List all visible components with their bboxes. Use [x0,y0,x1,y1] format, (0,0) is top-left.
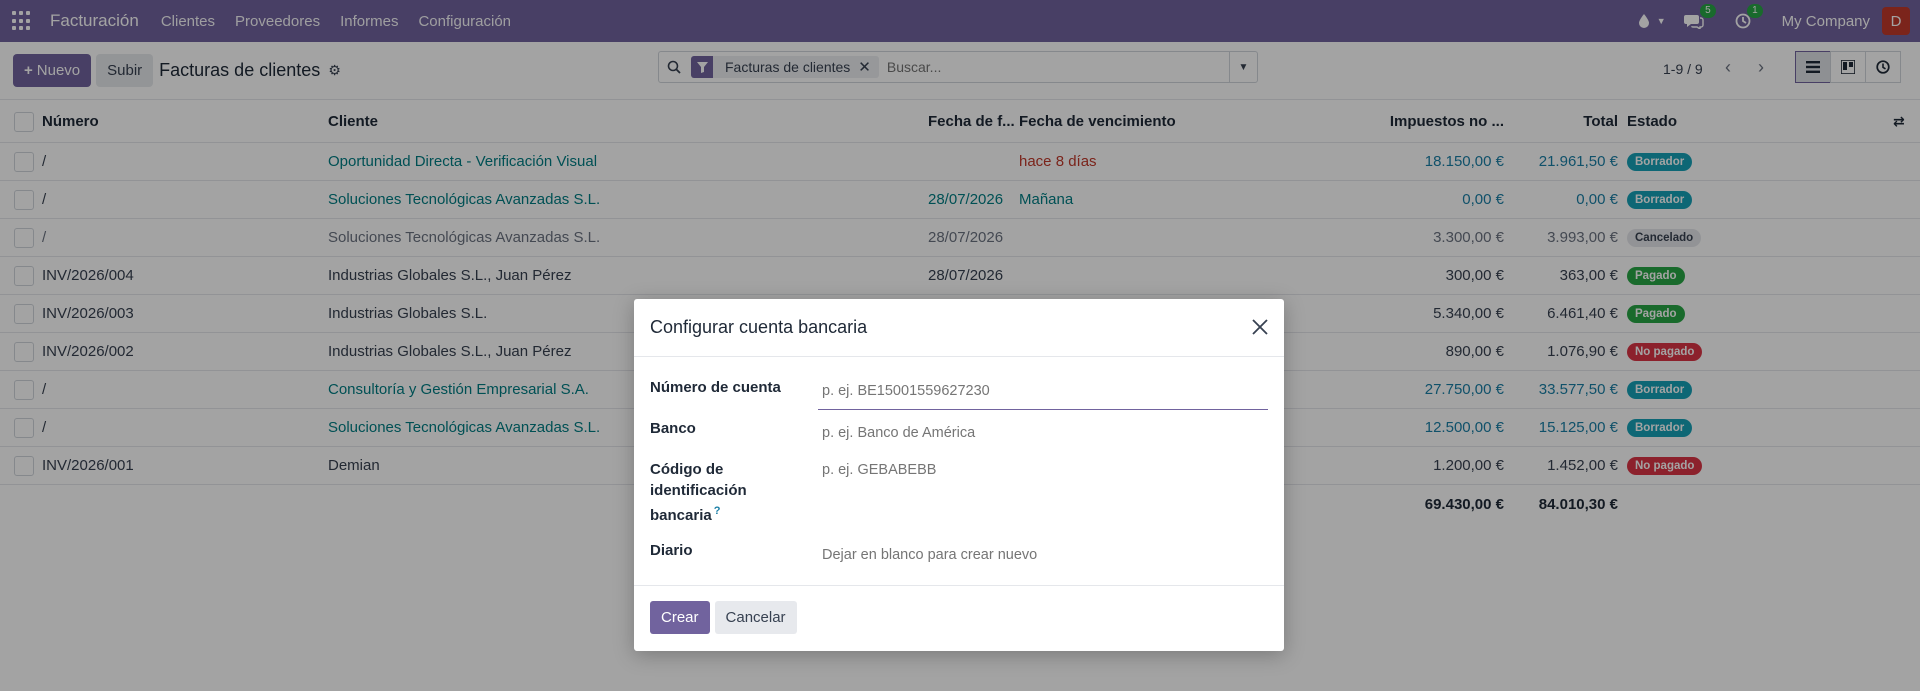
close-icon[interactable] [1252,315,1268,341]
bank-input[interactable] [818,410,1268,451]
journal-field-row: Diario [650,532,1268,573]
dialog-header: Configurar cuenta bancaria [634,299,1284,357]
create-button[interactable]: Crear [650,601,710,634]
bic-label-text: Código de identificación bancaria [650,461,747,524]
account-number-field-row: Número de cuenta [650,369,1268,410]
bank-label: Banco [650,420,696,437]
journal-label: Diario [650,542,693,559]
bic-field-row: Código de identificación bancaria? [650,451,1268,532]
modal-backdrop[interactable]: Configurar cuenta bancaria Número de cue… [0,0,1920,691]
cancel-button[interactable]: Cancelar [714,601,797,634]
dialog-title: Configurar cuenta bancaria [650,317,868,337]
dialog-footer: Crear Cancelar [634,586,1284,649]
bic-input[interactable] [818,451,1268,485]
account-number-input[interactable] [818,369,1268,410]
bic-label: Código de identificación bancaria? [650,451,790,532]
account-number-label: Número de cuenta [650,379,781,396]
bank-field-row: Banco [650,410,1268,451]
bank-account-dialog: Configurar cuenta bancaria Número de cue… [634,299,1284,651]
journal-input[interactable] [818,532,1268,573]
dialog-body: Número de cuenta Banco Código de identif… [634,357,1284,586]
bic-help-icon[interactable]: ? [714,505,721,517]
